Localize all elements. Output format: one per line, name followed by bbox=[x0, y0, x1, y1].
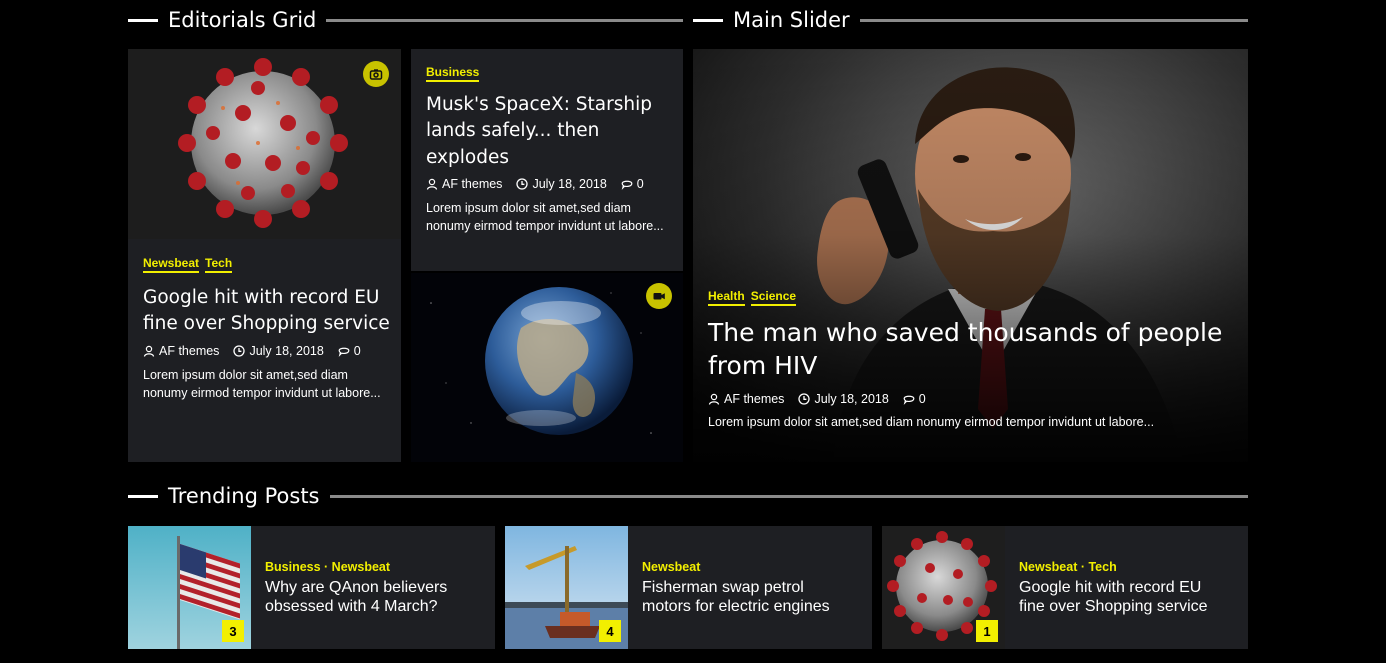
slide-title[interactable]: The man who saved thousands of people fr… bbox=[708, 316, 1238, 382]
trending-title[interactable]: Fisherman swap petrol motors for electri… bbox=[642, 578, 852, 616]
camera-badge[interactable] bbox=[363, 61, 389, 87]
camera-icon bbox=[369, 69, 383, 80]
heading-dash bbox=[128, 494, 158, 498]
video-badge[interactable] bbox=[646, 283, 672, 309]
trending-thumb[interactable]: 1 bbox=[882, 526, 1005, 649]
trending-title[interactable]: Google hit with record EU fine over Shop… bbox=[1019, 578, 1224, 616]
comments-meta[interactable]: 0 bbox=[338, 344, 361, 358]
category-list: Newsbeat Tech bbox=[143, 256, 393, 273]
comments-meta[interactable]: 0 bbox=[903, 392, 926, 406]
comment-count: 0 bbox=[353, 343, 361, 358]
rank-badge: 4 bbox=[599, 620, 621, 642]
trending-posts-heading: Trending Posts bbox=[128, 481, 1248, 511]
trending-categories[interactable]: Newsbeat bbox=[642, 560, 852, 574]
comment-icon bbox=[621, 180, 633, 189]
editorials-grid-heading: Editorials Grid bbox=[128, 5, 683, 35]
trending-categories[interactable]: Newsbeat · Tech bbox=[1019, 560, 1224, 574]
user-icon bbox=[426, 178, 438, 190]
heading-text: Editorials Grid bbox=[168, 8, 317, 32]
clock-icon bbox=[233, 344, 246, 357]
author-meta[interactable]: AF themes bbox=[426, 177, 502, 191]
trending-item[interactable]: 4 Newsbeat Fisherman swap petrol motors … bbox=[505, 526, 872, 649]
editorial-card-google[interactable]: Newsbeat Tech Google hit with record EU … bbox=[128, 49, 401, 462]
date-meta: July 18, 2018 bbox=[233, 343, 324, 358]
post-date: July 18, 2018 bbox=[814, 392, 889, 406]
trending-thumb[interactable]: 4 bbox=[505, 526, 628, 649]
clock-icon bbox=[798, 393, 811, 405]
editorial-card-earth[interactable] bbox=[411, 273, 683, 462]
heading-text: Trending Posts bbox=[168, 484, 320, 508]
earth-image[interactable] bbox=[411, 273, 683, 462]
virus-image[interactable] bbox=[128, 49, 401, 239]
trending-item[interactable]: 3 Business · Newsbeat Why are QAnon beli… bbox=[128, 526, 495, 649]
comment-count: 0 bbox=[918, 392, 926, 406]
date-meta: July 18, 2018 bbox=[798, 392, 889, 406]
editorial-card-spacex[interactable]: Business Musk's SpaceX: Starship lands s… bbox=[411, 49, 683, 271]
video-camera-icon bbox=[653, 293, 665, 300]
comments-meta[interactable]: 0 bbox=[621, 177, 644, 191]
user-icon bbox=[708, 393, 720, 405]
heading-text: Main Slider bbox=[733, 8, 850, 32]
heading-dash bbox=[128, 18, 158, 22]
trending-categories[interactable]: Business · Newsbeat bbox=[265, 560, 465, 574]
heading-dash bbox=[693, 18, 723, 22]
post-date: July 18, 2018 bbox=[532, 176, 607, 191]
category-tag[interactable]: Science bbox=[750, 289, 797, 306]
author-name[interactable]: AF themes bbox=[442, 177, 502, 191]
date-meta: July 18, 2018 bbox=[516, 176, 607, 191]
post-meta: AF themes July 18, 2018 0 bbox=[708, 392, 1238, 406]
heading-line bbox=[329, 494, 1248, 498]
trending-item[interactable]: 1 Newsbeat · Tech Google hit with record… bbox=[882, 526, 1248, 649]
clock-icon bbox=[516, 178, 529, 190]
post-meta: AF themes July 18, 2018 0 bbox=[143, 344, 393, 358]
category-tag[interactable]: Health bbox=[708, 289, 745, 306]
author-meta[interactable]: AF themes bbox=[708, 392, 784, 406]
post-date: July 18, 2018 bbox=[249, 343, 324, 358]
author-name[interactable]: AF themes bbox=[159, 344, 219, 358]
category-tag[interactable]: Tech bbox=[205, 256, 233, 273]
comment-icon bbox=[338, 347, 350, 356]
main-slider[interactable]: Health Science The man who saved thousan… bbox=[693, 49, 1248, 462]
post-excerpt: Lorem ipsum dolor sit amet,sed diam nonu… bbox=[143, 367, 381, 400]
category-tag[interactable]: Newsbeat bbox=[143, 256, 200, 273]
trending-thumb[interactable]: 3 bbox=[128, 526, 251, 649]
post-title[interactable]: Musk's SpaceX: Starship lands safely... … bbox=[426, 92, 676, 171]
user-icon bbox=[143, 345, 155, 357]
category-list: Business bbox=[426, 65, 676, 82]
comment-count: 0 bbox=[636, 176, 644, 191]
trending-title[interactable]: Why are QAnon believers obsessed with 4 … bbox=[265, 578, 465, 616]
main-slider-heading: Main Slider bbox=[693, 5, 1248, 35]
rank-badge: 1 bbox=[976, 620, 998, 642]
heading-line bbox=[859, 18, 1248, 22]
rank-badge: 3 bbox=[222, 620, 244, 642]
comment-icon bbox=[903, 395, 915, 404]
author-name[interactable]: AF themes bbox=[724, 392, 784, 406]
heading-line bbox=[326, 18, 683, 22]
post-excerpt: Lorem ipsum dolor sit amet,sed diam nonu… bbox=[426, 200, 664, 233]
category-list: Health Science bbox=[708, 289, 1238, 306]
category-tag[interactable]: Business bbox=[426, 65, 480, 82]
author-meta[interactable]: AF themes bbox=[143, 344, 219, 358]
post-meta: AF themes July 18, 2018 0 bbox=[426, 177, 676, 191]
post-excerpt: Lorem ipsum dolor sit amet,sed diam nonu… bbox=[708, 415, 1155, 429]
post-title[interactable]: Google hit with record EU fine over Shop… bbox=[143, 285, 393, 338]
